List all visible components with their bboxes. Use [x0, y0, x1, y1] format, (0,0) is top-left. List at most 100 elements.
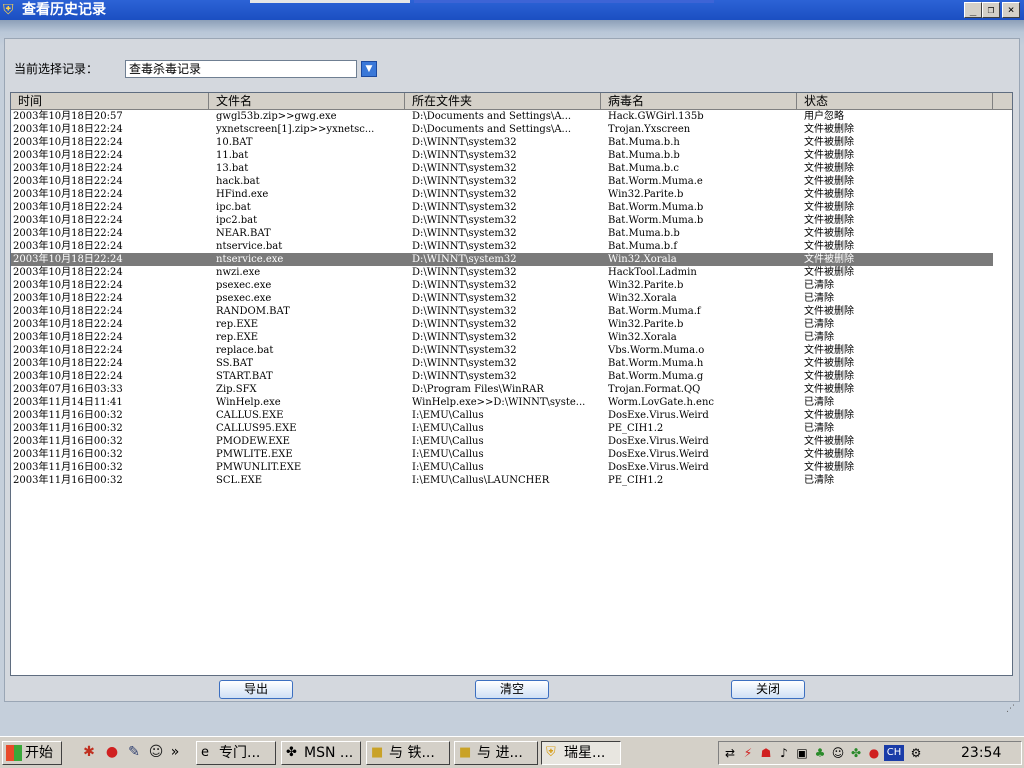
table-row[interactable]: 2003年10月18日22:24 NEAR.BAT D:\WINNT\system3… — [11, 227, 993, 240]
table-cell: 2003年10月18日22:24 — [13, 345, 123, 356]
quicklaunch-qq-icon[interactable]: ☺ — [147, 743, 165, 761]
task-button-3[interactable]: ■ 与 铁... — [366, 741, 450, 765]
msn-icon: ✤ — [286, 745, 297, 760]
tray-antivirus-icon[interactable]: ⚡ — [740, 745, 756, 761]
table-cell: START.BAT — [216, 371, 273, 382]
history-list[interactable]: 时间 文件名 所在文件夹 病毒名 状态 2003年10月18日20:57 gwgl… — [10, 92, 1013, 676]
table-row[interactable]: 2003年11月16日00:32 PMWUNLIT.EXE I:\EMU\Callu… — [11, 461, 993, 474]
table-cell: 2003年10月18日22:24 — [13, 137, 123, 148]
quicklaunch-more-icon[interactable]: » — [170, 743, 180, 761]
table-row[interactable]: 2003年11月14日11:41 WinHelp.exe WinHelp.exe>>… — [11, 396, 993, 409]
table-row[interactable]: 2003年10月18日22:24 RANDOM.BAT D:\WINNT\syste… — [11, 305, 993, 318]
table-row[interactable]: 2003年10月18日22:24 hack.bat D:\WINNT\system3… — [11, 175, 993, 188]
table-row[interactable]: 2003年10月18日22:24 rep.EXE D:\WINNT\system32… — [11, 331, 993, 344]
table-row[interactable]: 2003年11月16日00:32 CALLUS.EXE I:\EMU\Callus D… — [11, 409, 993, 422]
table-cell: 2003年10月18日22:24 — [13, 306, 123, 317]
table-row[interactable]: 2003年10月18日22:24 HFind.exe D:\WINNT\system… — [11, 188, 993, 201]
table-row[interactable]: 2003年11月16日00:32 CALLUS95.EXE I:\EMU\Callu… — [11, 422, 993, 435]
task-button-1[interactable]: e 专门... — [196, 741, 276, 765]
table-cell: 2003年10月18日22:24 — [13, 280, 123, 291]
close-window-button[interactable]: × — [1002, 2, 1020, 18]
table-row[interactable]: 2003年10月18日22:24 13.bat D:\WINNT\system32 B… — [11, 162, 993, 175]
table-cell: I:\EMU\Callus — [412, 462, 484, 473]
table-row[interactable]: 2003年10月18日20:57 gwgl53b.zip>>gwg.exe D:\D… — [11, 110, 993, 123]
tray-update-icon[interactable]: ♣ — [812, 745, 828, 761]
table-row[interactable]: 2003年10月18日22:24 psexec.exe D:\WINNT\syste… — [11, 279, 993, 292]
start-button[interactable]: 开始 — [2, 741, 62, 765]
column-header-filename[interactable]: 文件名 — [209, 93, 405, 109]
table-cell: PE_CIH1.2 — [608, 475, 664, 486]
table-row[interactable]: 2003年10月18日22:24 nwzi.exe D:\WINNT\system3… — [11, 266, 993, 279]
table-cell: 文件被删除 — [804, 462, 854, 473]
column-header-status[interactable]: 状态 — [797, 93, 993, 109]
table-row[interactable]: 2003年11月16日00:32 PMWLITE.EXE I:\EMU\Callus… — [11, 448, 993, 461]
table-row[interactable]: 2003年10月18日22:24 ipc.bat D:\WINNT\system32… — [11, 201, 993, 214]
table-row[interactable]: 2003年10月18日22:24 ipc2.bat D:\WINNT\system3… — [11, 214, 993, 227]
column-header-time[interactable]: 时间 — [11, 93, 209, 109]
list-header: 时间 文件名 所在文件夹 病毒名 状态 — [11, 93, 1012, 110]
table-row[interactable]: 2003年10月18日22:24 SS.BAT D:\WINNT\system32 B… — [11, 357, 993, 370]
table-cell: HackTool.Ladmin — [608, 267, 697, 278]
tray-display-icon[interactable]: ▣ — [794, 745, 810, 761]
table-row[interactable]: 2003年10月18日22:24 10.BAT D:\WINNT\system32 B… — [11, 136, 993, 149]
title-bar[interactable]: ⛨ 查看历史记录 _ ❐ × — [0, 0, 1024, 20]
restore-button[interactable]: ❐ — [982, 2, 1000, 18]
start-label: 开始 — [25, 745, 53, 761]
quicklaunch-browser-icon[interactable]: ● — [103, 743, 121, 761]
resize-grip[interactable]: ⋰ — [1006, 703, 1018, 715]
chat-window-icon: ■ — [459, 745, 472, 760]
task-button-4[interactable]: ■ 与 进... — [454, 741, 538, 765]
table-cell: 文件被删除 — [804, 137, 854, 148]
quicklaunch-edit-icon[interactable]: ✎ — [125, 743, 143, 761]
export-button[interactable]: 导出 — [219, 680, 293, 699]
task-button-5[interactable]: ⛨ 瑞星... — [541, 741, 621, 765]
table-row[interactable]: 2003年10月18日22:24 ntservice.bat D:\WINNT\sy… — [11, 240, 993, 253]
clear-button[interactable]: 清空 — [475, 680, 549, 699]
record-select[interactable]: 查毒杀毒记录 — [125, 60, 357, 78]
tray-msn-icon[interactable]: ✤ — [848, 745, 864, 761]
tray-network-icon[interactable]: ⇄ — [722, 745, 738, 761]
task-button-2[interactable]: ✤ MSN ... — [281, 741, 361, 765]
table-cell: I:\EMU\Callus — [412, 436, 484, 447]
table-cell: 2003年10月18日20:57 — [13, 111, 123, 122]
tray-firewall-icon[interactable]: ☗ — [758, 745, 774, 761]
table-row[interactable]: 2003年10月18日22:24 rep.EXE D:\WINNT\system32… — [11, 318, 993, 331]
table-row[interactable]: 2003年11月16日00:32 PMODEW.EXE I:\EMU\Callus D… — [11, 435, 993, 448]
table-row[interactable]: 2003年10月18日22:24 ntservice.exe D:\WINNT\sy… — [11, 253, 993, 266]
table-cell: 2003年11月14日11:41 — [13, 397, 123, 408]
table-cell: PMWUNLIT.EXE — [216, 462, 302, 473]
table-cell: D:\WINNT\system32 — [412, 306, 517, 317]
tray-sound-icon[interactable]: ♪ — [776, 745, 792, 761]
record-select-dropdown[interactable]: ▼ — [361, 61, 377, 77]
table-cell: 已清除 — [804, 423, 834, 434]
table-cell: Win32.Xorala — [608, 332, 677, 343]
table-cell: 10.BAT — [216, 137, 253, 148]
table-cell: 文件被删除 — [804, 410, 854, 421]
table-row[interactable]: 2003年10月18日22:24 11.bat D:\WINNT\system32 B… — [11, 149, 993, 162]
table-row[interactable]: 2003年10月18日22:24 psexec.exe D:\WINNT\syste… — [11, 292, 993, 305]
table-row[interactable]: 2003年10月18日22:24 replace.bat D:\WINNT\syst… — [11, 344, 993, 357]
column-header-folder[interactable]: 所在文件夹 — [405, 93, 601, 109]
table-cell: PE_CIH1.2 — [608, 423, 664, 434]
table-cell: yxnetscreen[1].zip>>yxnetsc... — [216, 124, 375, 135]
table-cell: D:\Program Files\WinRAR — [412, 384, 544, 395]
table-row[interactable]: 2003年10月18日22:24 START.BAT D:\WINNT\system… — [11, 370, 993, 383]
tray-settings-icon[interactable]: ⚙ — [908, 745, 924, 761]
table-cell: 文件被删除 — [804, 306, 854, 317]
table-cell: D:\WINNT\system32 — [412, 189, 517, 200]
tray-browser-icon[interactable]: ● — [866, 745, 882, 761]
close-button[interactable]: 关闭 — [731, 680, 805, 699]
minimize-button[interactable]: _ — [964, 2, 982, 18]
table-row[interactable]: 2003年11月16日00:32 SCL.EXE I:\EMU\Callus\LAU… — [11, 474, 993, 487]
tray-qq-icon[interactable]: ☺ — [830, 745, 846, 761]
tray-language-indicator[interactable]: CH — [884, 745, 904, 761]
table-cell: D:\WINNT\system32 — [412, 254, 517, 265]
table-cell: DosExe.Virus.Weird — [608, 462, 709, 473]
table-row[interactable]: 2003年07月16日03:33 Zip.SFX D:\Program Files\… — [11, 383, 993, 396]
column-header-virus[interactable]: 病毒名 — [601, 93, 797, 109]
title-strip-light — [250, 0, 410, 3]
quicklaunch-bug-icon[interactable]: ✱ — [80, 743, 98, 761]
table-row[interactable]: 2003年10月18日22:24 yxnetscreen[1].zip>>yxne… — [11, 123, 993, 136]
table-cell: rep.EXE — [216, 319, 258, 330]
table-cell: psexec.exe — [216, 293, 272, 304]
